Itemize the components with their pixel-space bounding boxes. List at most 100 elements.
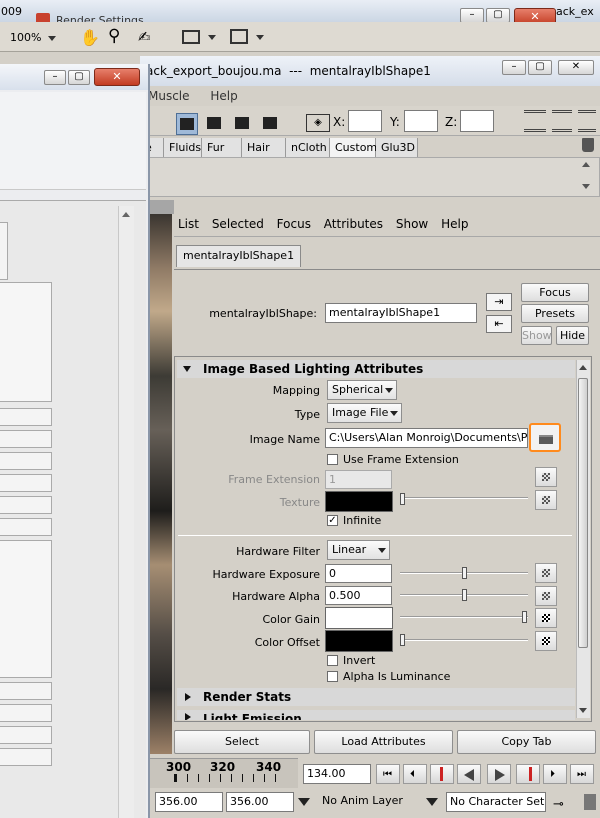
ae-menu-attributes[interactable]: Attributes	[324, 217, 383, 231]
color-offset-map-button[interactable]	[535, 631, 557, 651]
fit-chevron-icon[interactable]	[256, 35, 264, 40]
texture-slider-thumb[interactable]	[400, 493, 405, 505]
menu-muscle[interactable]: Muscle	[148, 89, 190, 103]
play-backward-button[interactable]	[457, 764, 481, 784]
key-icon[interactable]: ⊸	[553, 797, 564, 812]
color-gain-slider[interactable]	[400, 616, 528, 618]
hardware-alpha-thumb[interactable]	[462, 589, 467, 601]
shelf-tab-custom[interactable]: Custom	[330, 138, 377, 157]
rs-field-8[interactable]	[0, 704, 52, 722]
anim-layer-field[interactable]: No Anim Layer	[319, 792, 419, 812]
clapper-icon-selected[interactable]	[176, 113, 198, 135]
attr-minimize-button[interactable]: –	[502, 60, 526, 75]
shelf-tab-fluids[interactable]: Fluids	[164, 138, 202, 157]
shelf-scroll-down-icon[interactable]	[582, 184, 590, 189]
input-connection-icon[interactable]: ⇥	[486, 293, 512, 311]
focus-button[interactable]: Focus	[521, 283, 589, 302]
copy-tab-button[interactable]: Copy Tab	[457, 730, 596, 754]
color-gain-map-button[interactable]	[535, 608, 557, 628]
color-offset-swatch[interactable]	[325, 630, 393, 652]
step-forward-key-button[interactable]	[516, 764, 540, 784]
hide-button[interactable]: Hide	[556, 326, 589, 345]
light-emission-header[interactable]: Light Emission	[177, 710, 575, 720]
ae-menu-help[interactable]: Help	[441, 217, 468, 231]
trash-icon[interactable]	[582, 138, 594, 152]
shelf-scroll-up-icon[interactable]	[582, 162, 590, 167]
rs-field-6[interactable]	[0, 518, 52, 536]
rs-field-2[interactable]	[0, 430, 52, 448]
transform-mode-icon[interactable]: ◈	[306, 114, 330, 132]
rs-scroll-up-icon[interactable]	[122, 212, 130, 217]
ibl-section-header[interactable]: Image Based Lighting Attributes	[177, 360, 575, 378]
step-back-key-button[interactable]	[430, 764, 454, 784]
ae-menu-list[interactable]: List	[178, 217, 199, 231]
magnifier-icon[interactable]: ⚲	[108, 26, 120, 46]
character-set-field[interactable]: No Character Set	[446, 792, 546, 812]
texture-swatch[interactable]	[325, 491, 393, 512]
rs-field-5[interactable]	[0, 496, 52, 514]
clapper-icon[interactable]	[204, 113, 226, 135]
shelf-tab-hair[interactable]: Hair	[242, 138, 286, 157]
node-tab[interactable]: mentalrayIblShape1	[176, 245, 302, 267]
anim-layer-dropdown-icon[interactable]	[298, 798, 310, 806]
rs-field-10[interactable]	[0, 748, 52, 766]
image-name-input[interactable]: C:\Users\Alan Monroig\Documents\PRO	[325, 428, 528, 448]
layout-icon[interactable]	[182, 30, 200, 44]
render-globals-icon[interactable]	[260, 113, 282, 135]
texture-map-button[interactable]	[535, 490, 557, 510]
rs-field-1[interactable]	[0, 408, 52, 426]
hardware-exposure-input[interactable]: 0	[325, 564, 392, 583]
ae-menu-selected[interactable]: Selected	[212, 217, 264, 231]
ae-menu-focus[interactable]: Focus	[277, 217, 311, 231]
scroll-down-icon[interactable]	[579, 708, 587, 713]
channel-box-icon[interactable]	[524, 110, 546, 132]
use-frame-extension-checkbox[interactable]	[327, 454, 338, 465]
bg-maximize-button[interactable]: ▢	[486, 8, 510, 23]
layout-chevron-icon[interactable]	[208, 35, 216, 40]
rs-field-3[interactable]	[0, 452, 52, 470]
rotate-hand-icon[interactable]: ✍	[138, 28, 151, 46]
zoom-dropdown[interactable]: 100%	[10, 30, 60, 46]
go-to-end-button[interactable]: ⏭	[570, 764, 594, 784]
rs-minimize-button[interactable]: –	[44, 70, 66, 85]
color-offset-slider[interactable]	[400, 639, 528, 641]
current-time-input[interactable]: 134.00	[303, 764, 371, 784]
rs-field-4[interactable]	[0, 474, 52, 492]
hardware-exposure-thumb[interactable]	[462, 567, 467, 579]
infinite-checkbox[interactable]: ✓	[327, 515, 338, 526]
prefs-icon[interactable]	[584, 794, 596, 810]
shelf-tab-glu3d[interactable]: Glu3D	[376, 138, 418, 157]
texture-slider[interactable]	[400, 497, 528, 499]
hardware-filter-dropdown[interactable]: Linear	[327, 540, 390, 560]
attribute-editor-icon[interactable]	[552, 110, 572, 132]
z-input[interactable]	[460, 110, 494, 132]
scroll-thumb[interactable]	[578, 378, 588, 648]
rs-field-9[interactable]	[0, 726, 52, 744]
node-name-input[interactable]: mentalrayIblShape1	[325, 303, 477, 323]
attr-maximize-button[interactable]: ▢	[528, 60, 552, 75]
bg-minimize-button[interactable]: –	[460, 8, 484, 23]
clapper-ipr-icon[interactable]	[232, 113, 254, 135]
render-stats-header[interactable]: Render Stats	[177, 688, 575, 706]
select-button[interactable]: Select	[174, 730, 310, 754]
load-attributes-button[interactable]: Load Attributes	[314, 730, 453, 754]
color-gain-swatch[interactable]	[325, 607, 393, 629]
char-set-dropdown-icon[interactable]	[426, 798, 438, 806]
rs-maximize-button[interactable]: ▢	[68, 70, 90, 85]
shelf-tab-fur[interactable]: Fur	[202, 138, 242, 157]
x-input[interactable]	[348, 110, 382, 132]
show-button[interactable]: Show	[521, 326, 552, 345]
hardware-alpha-input[interactable]: 0.500	[325, 586, 392, 605]
attr-close-button[interactable]: ✕	[558, 60, 594, 75]
ae-menu-show[interactable]: Show	[396, 217, 428, 231]
y-input[interactable]	[404, 110, 438, 132]
browse-folder-button[interactable]	[529, 423, 561, 452]
tool-settings-icon[interactable]	[578, 110, 596, 132]
step-back-button[interactable]: ⏴	[403, 764, 427, 784]
range-end-input[interactable]: 356.00	[226, 792, 294, 812]
shelf-tab-ncloth[interactable]: nCloth	[286, 138, 330, 157]
alpha-is-luminance-checkbox[interactable]	[327, 671, 338, 682]
hardware-exposure-map-button[interactable]	[535, 563, 557, 583]
viewport[interactable]	[148, 214, 172, 754]
mapping-dropdown[interactable]: Spherical	[327, 380, 397, 400]
